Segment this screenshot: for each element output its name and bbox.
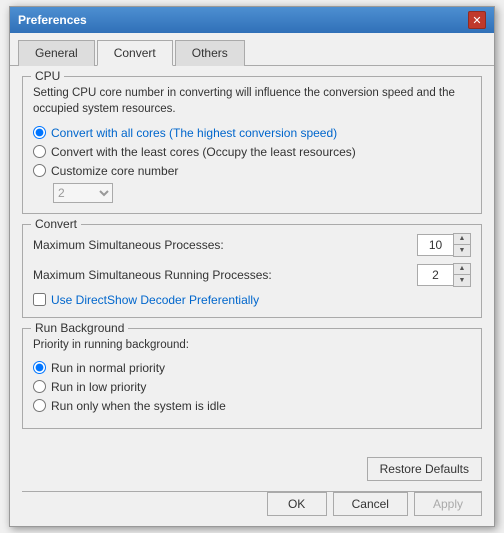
cpu-radio-all-cores[interactable] (33, 126, 46, 139)
max-simultaneous-up[interactable]: ▲ (454, 234, 470, 245)
tab-convert[interactable]: Convert (97, 40, 173, 66)
tab-others[interactable]: Others (175, 40, 245, 66)
ok-cancel-row: OK Cancel Apply (10, 492, 494, 526)
priority-label-normal[interactable]: Run in normal priority (51, 361, 165, 375)
run-background-group: Run Background Priority in running backg… (22, 328, 482, 429)
priority-label-low[interactable]: Run in low priority (51, 380, 146, 394)
priority-normal: Run in normal priority (33, 361, 471, 375)
title-bar: Preferences ✕ (10, 7, 494, 33)
priority-radio-low[interactable] (33, 380, 46, 393)
priority-idle: Run only when the system is idle (33, 399, 471, 413)
cpu-radio-least-cores[interactable] (33, 145, 46, 158)
cpu-group-title: CPU (31, 69, 64, 83)
cpu-option-least-cores: Convert with the least cores (Occupy the… (33, 145, 471, 159)
max-running-up[interactable]: ▲ (454, 264, 470, 275)
convert-group-title: Convert (31, 217, 81, 231)
max-running-spinbox: 2 ▲ ▼ (417, 263, 471, 287)
max-simultaneous-input[interactable]: 10 (417, 234, 453, 256)
priority-radio-idle[interactable] (33, 399, 46, 412)
restore-defaults-button[interactable]: Restore Defaults (367, 457, 482, 481)
restore-defaults-row: Restore Defaults (10, 449, 494, 491)
directshow-checkbox[interactable] (33, 293, 46, 306)
cpu-group: CPU Setting CPU core number in convertin… (22, 76, 482, 213)
max-running-down[interactable]: ▼ (454, 275, 470, 286)
ok-button[interactable]: OK (267, 492, 327, 516)
cpu-option-customize: Customize core number (33, 164, 471, 178)
run-background-description: Priority in running background: (33, 337, 471, 353)
cpu-core-dropdown[interactable]: 2 4 8 (53, 183, 113, 203)
tab-content: CPU Setting CPU core number in convertin… (10, 66, 494, 448)
apply-button[interactable]: Apply (414, 492, 482, 516)
directshow-row: Use DirectShow Decoder Preferentially (33, 293, 471, 307)
convert-group: Convert Maximum Simultaneous Processes: … (22, 224, 482, 318)
max-running-label: Maximum Simultaneous Running Processes: (33, 268, 272, 282)
cpu-dropdown-row: 2 4 8 (33, 183, 471, 203)
max-simultaneous-spinbox: 10 ▲ ▼ (417, 233, 471, 257)
preferences-dialog: Preferences ✕ General Convert Others CPU… (9, 6, 495, 526)
tabs-bar: General Convert Others (10, 33, 494, 66)
directshow-label[interactable]: Use DirectShow Decoder Preferentially (51, 293, 259, 307)
priority-low: Run in low priority (33, 380, 471, 394)
max-simultaneous-down[interactable]: ▼ (454, 245, 470, 256)
max-simultaneous-row: Maximum Simultaneous Processes: 10 ▲ ▼ (33, 233, 471, 257)
cpu-label-customize[interactable]: Customize core number (51, 164, 178, 178)
cpu-radio-customize[interactable] (33, 164, 46, 177)
tab-general[interactable]: General (18, 40, 95, 66)
max-running-spin-buttons: ▲ ▼ (453, 263, 471, 287)
cancel-button[interactable]: Cancel (333, 492, 408, 516)
max-running-row: Maximum Simultaneous Running Processes: … (33, 263, 471, 287)
run-background-title: Run Background (31, 321, 128, 335)
dialog-title: Preferences (18, 13, 87, 27)
cpu-label-least-cores[interactable]: Convert with the least cores (Occupy the… (51, 145, 356, 159)
priority-radio-normal[interactable] (33, 361, 46, 374)
cpu-option-all-cores: Convert with all cores (The highest conv… (33, 126, 471, 140)
cpu-label-all-cores[interactable]: Convert with all cores (The highest conv… (51, 126, 337, 140)
max-running-input[interactable]: 2 (417, 264, 453, 286)
max-simultaneous-spin-buttons: ▲ ▼ (453, 233, 471, 257)
max-simultaneous-label: Maximum Simultaneous Processes: (33, 238, 224, 252)
priority-label-idle[interactable]: Run only when the system is idle (51, 399, 226, 413)
cpu-description: Setting CPU core number in converting wi… (33, 85, 471, 117)
close-button[interactable]: ✕ (468, 11, 486, 29)
